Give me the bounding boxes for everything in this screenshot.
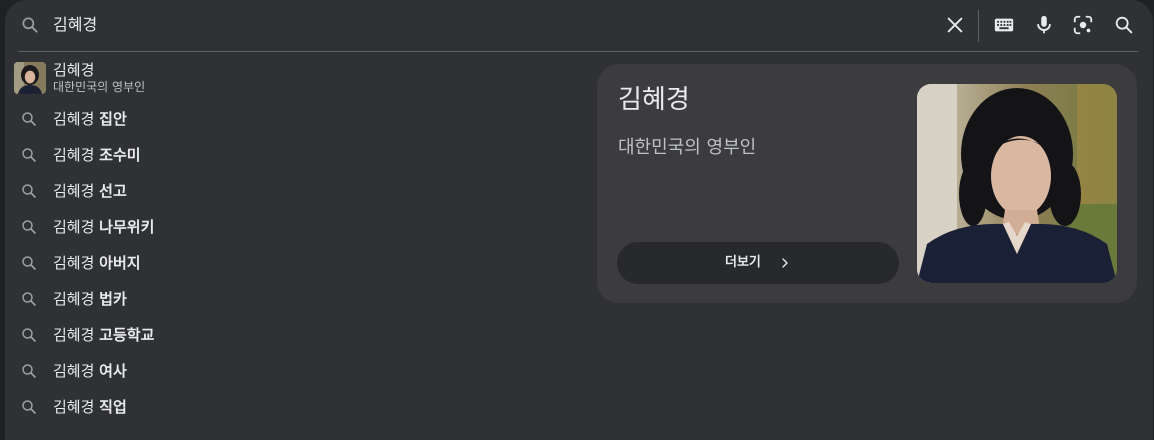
avatar: [14, 62, 46, 94]
suggestion-query-part: 김혜경: [53, 182, 100, 200]
microphone-icon[interactable]: [1033, 14, 1055, 36]
search-input[interactable]: 김혜경: [53, 14, 97, 36]
search-icon: [22, 112, 36, 126]
suggestion-item[interactable]: 김혜경 직업: [5, 389, 595, 425]
suggestion-text: 김혜경 아버지: [53, 253, 141, 273]
suggestion-text: 김혜경 여사: [53, 361, 127, 381]
search-icon: [22, 364, 36, 378]
suggestion-completion-part: 아버지: [99, 254, 141, 272]
suggestion-text: 김혜경 고등학교: [53, 325, 154, 345]
suggestion-completion-part: 여사: [99, 362, 127, 380]
suggestion-completion-part: 선고: [99, 182, 127, 200]
suggestion-text: 김혜경 조수미: [53, 145, 141, 165]
more-button-label: 더보기: [725, 255, 761, 270]
suggestion-completion-part: 고등학교: [99, 326, 155, 344]
suggestion-item[interactable]: 김혜경 고등학교: [5, 317, 595, 353]
suggestion-item[interactable]: 김혜경 나무위키: [5, 209, 595, 245]
keyboard-icon[interactable]: [993, 14, 1015, 36]
toolbar-divider: [978, 10, 979, 42]
suggestion-completion-part: 법카: [99, 290, 127, 308]
clear-icon[interactable]: [944, 14, 966, 36]
suggestion-item[interactable]: 김혜경 집안: [5, 101, 595, 137]
suggestion-query-part: 김혜경: [53, 218, 100, 236]
search-icon: [22, 292, 36, 306]
search-divider: [18, 51, 1138, 52]
suggestion-item[interactable]: 김혜경 아버지: [5, 245, 595, 281]
search-bar: 김혜경: [5, 0, 1153, 52]
suggestion-query-part: 김혜경: [53, 398, 100, 416]
suggestion-query-part: 김혜경: [53, 146, 100, 164]
suggestion-completion-part: 나무위키: [99, 218, 155, 236]
suggestion-entity-subtitle: 대한민국의 영부인: [53, 80, 146, 94]
search-icon: [22, 148, 36, 162]
search-icon: [22, 256, 36, 270]
chevron-right-icon: [782, 258, 788, 268]
knowledge-panel-photo[interactable]: [917, 84, 1117, 283]
suggestion-item[interactable]: 김혜경 법카: [5, 281, 595, 317]
knowledge-panel-subtitle: 대한민국의 영부인: [618, 137, 757, 158]
search-icon: [22, 220, 36, 234]
suggestion-query-part: 김혜경: [53, 254, 100, 272]
search-submit-icon[interactable]: [1113, 14, 1135, 36]
suggestion-completion-part: 조수미: [99, 146, 141, 164]
suggestion-text: 김혜경 선고: [53, 181, 127, 201]
suggestion-item[interactable]: 김혜경 조수미: [5, 137, 595, 173]
lens-icon[interactable]: [1072, 14, 1094, 36]
search-icon: [22, 328, 36, 342]
suggestion-query-part: 김혜경: [53, 362, 100, 380]
search-icon: [22, 400, 36, 414]
suggestion-completion-part: 직업: [99, 398, 127, 416]
suggestion-query-part: 김혜경: [53, 110, 100, 128]
suggestion-text: 김혜경 직업: [53, 397, 127, 417]
search-icon: [22, 184, 36, 198]
knowledge-panel-card[interactable]: 김혜경 대한민국의 영부인 더보기: [597, 64, 1137, 303]
suggestion-completion-part: 집안: [99, 110, 127, 128]
suggestion-text: 김혜경 나무위키: [53, 217, 154, 237]
suggestion-entity-title: 김혜경: [53, 61, 95, 79]
suggestion-entity[interactable]: 김혜경 대한민국의 영부인: [5, 57, 595, 99]
more-button[interactable]: 더보기: [617, 242, 899, 284]
knowledge-panel-title: 김혜경: [618, 85, 690, 115]
search-dropdown-panel: 김혜경 김혜경 대한민국의 영부인 김혜경 집안 김혜경 조수미 김혜경 선고 …: [5, 0, 1153, 440]
suggestion-item[interactable]: 김혜경 여사: [5, 353, 595, 389]
search-icon: [22, 17, 38, 33]
suggestion-query-part: 김혜경: [53, 326, 100, 344]
suggestion-item[interactable]: 김혜경 선고: [5, 173, 595, 209]
suggestion-text: 김혜경 집안: [53, 109, 127, 129]
suggestion-query-part: 김혜경: [53, 290, 100, 308]
suggestion-text: 김혜경 법카: [53, 289, 127, 309]
